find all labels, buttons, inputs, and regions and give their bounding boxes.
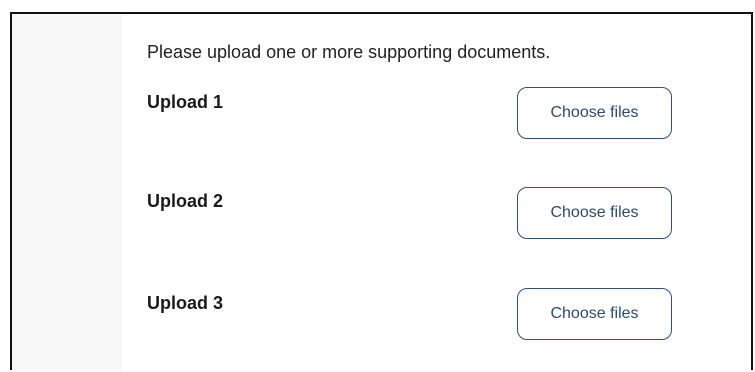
upload-1-choose-files-button[interactable]: Choose files	[517, 87, 672, 139]
upload-instruction: Please upload one or more supporting doc…	[147, 42, 551, 62]
upload-2-label: Upload 2	[147, 191, 224, 211]
page: Please upload one or more supporting doc…	[0, 0, 755, 372]
upload-1-label: Upload 1	[147, 92, 224, 112]
side-panel	[12, 14, 122, 370]
edge-artifact	[0, 362, 10, 372]
upload-2-choose-files-button[interactable]: Choose files	[517, 187, 672, 239]
upload-3-choose-files-button[interactable]: Choose files	[517, 288, 672, 340]
upload-3-label: Upload 3	[147, 293, 224, 313]
upload-form-container: Please upload one or more supporting doc…	[10, 12, 753, 370]
